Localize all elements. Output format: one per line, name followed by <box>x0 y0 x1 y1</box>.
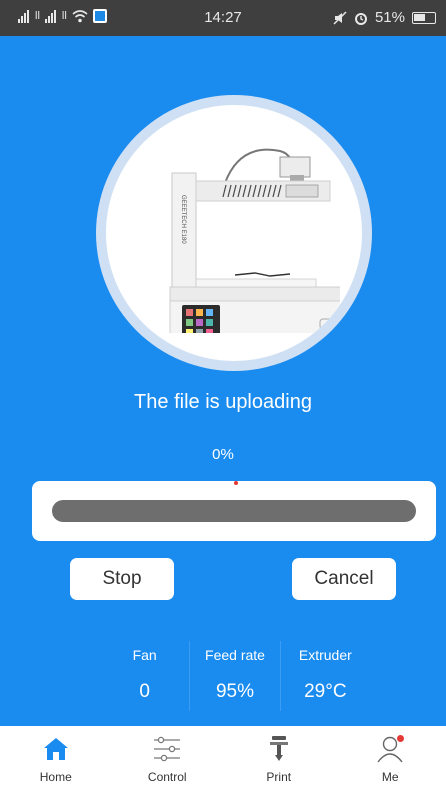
upload-progress-percent: 0% <box>212 446 234 463</box>
sliders-icon <box>152 734 182 764</box>
alarm-icon <box>354 12 367 25</box>
mute-icon <box>333 10 347 25</box>
feed-rate-stat: Feed rate 95% <box>189 641 279 711</box>
printer-stats: Fan 0 Feed rate 95% Extruder 29°C <box>100 641 370 711</box>
printer-image-circle: GEEETECH E180 <box>96 95 372 371</box>
nav-home-label: Home <box>39 770 72 784</box>
fan-value: 0 <box>139 681 150 702</box>
bottom-nav: Home Control Print Me <box>0 726 446 792</box>
svg-text:GEEETECH E180: GEEETECH E180 <box>180 195 186 244</box>
nav-control[interactable]: Control <box>112 726 224 792</box>
cancel-button[interactable]: Cancel <box>292 558 396 600</box>
status-right: 51% <box>333 9 436 26</box>
upload-progress-bar <box>52 500 416 522</box>
printer-image-frame: GEEETECH E180 <box>106 105 362 361</box>
nav-print[interactable]: Print <box>223 726 335 792</box>
feed-rate-label: Feed rate <box>205 647 265 663</box>
home-icon <box>41 734 71 764</box>
nav-print-label: Print <box>266 770 292 784</box>
printer-image: GEEETECH E180 <box>169 148 340 333</box>
nozzle-icon <box>264 734 294 764</box>
feed-rate-value: 95% <box>215 681 254 702</box>
nav-home[interactable]: Home <box>0 726 112 792</box>
notification-dot <box>396 735 404 742</box>
upload-status-message: The file is uploading <box>134 391 312 413</box>
progress-marker <box>234 481 238 485</box>
extruder-temperature: 29°C <box>304 681 347 702</box>
nav-me-label: Me <box>381 770 399 784</box>
extruder-stat: Extruder 29°C <box>279 641 370 711</box>
battery-icon <box>412 11 436 24</box>
stop-button[interactable]: Stop <box>70 558 174 600</box>
extruder-label: Extruder <box>298 647 352 663</box>
nav-me[interactable]: Me <box>335 726 446 792</box>
status-bar: ll ll 14:27 51% <box>0 0 446 36</box>
fan-label: Fan <box>132 647 157 663</box>
upload-progress-card <box>32 481 436 541</box>
nav-control-label: Control <box>147 770 187 784</box>
main-panel: GEEETECH E180 The file is uploading 0% S… <box>0 36 446 726</box>
battery-percent: 51% <box>374 9 405 26</box>
fan-stat: Fan 0 <box>100 641 189 711</box>
